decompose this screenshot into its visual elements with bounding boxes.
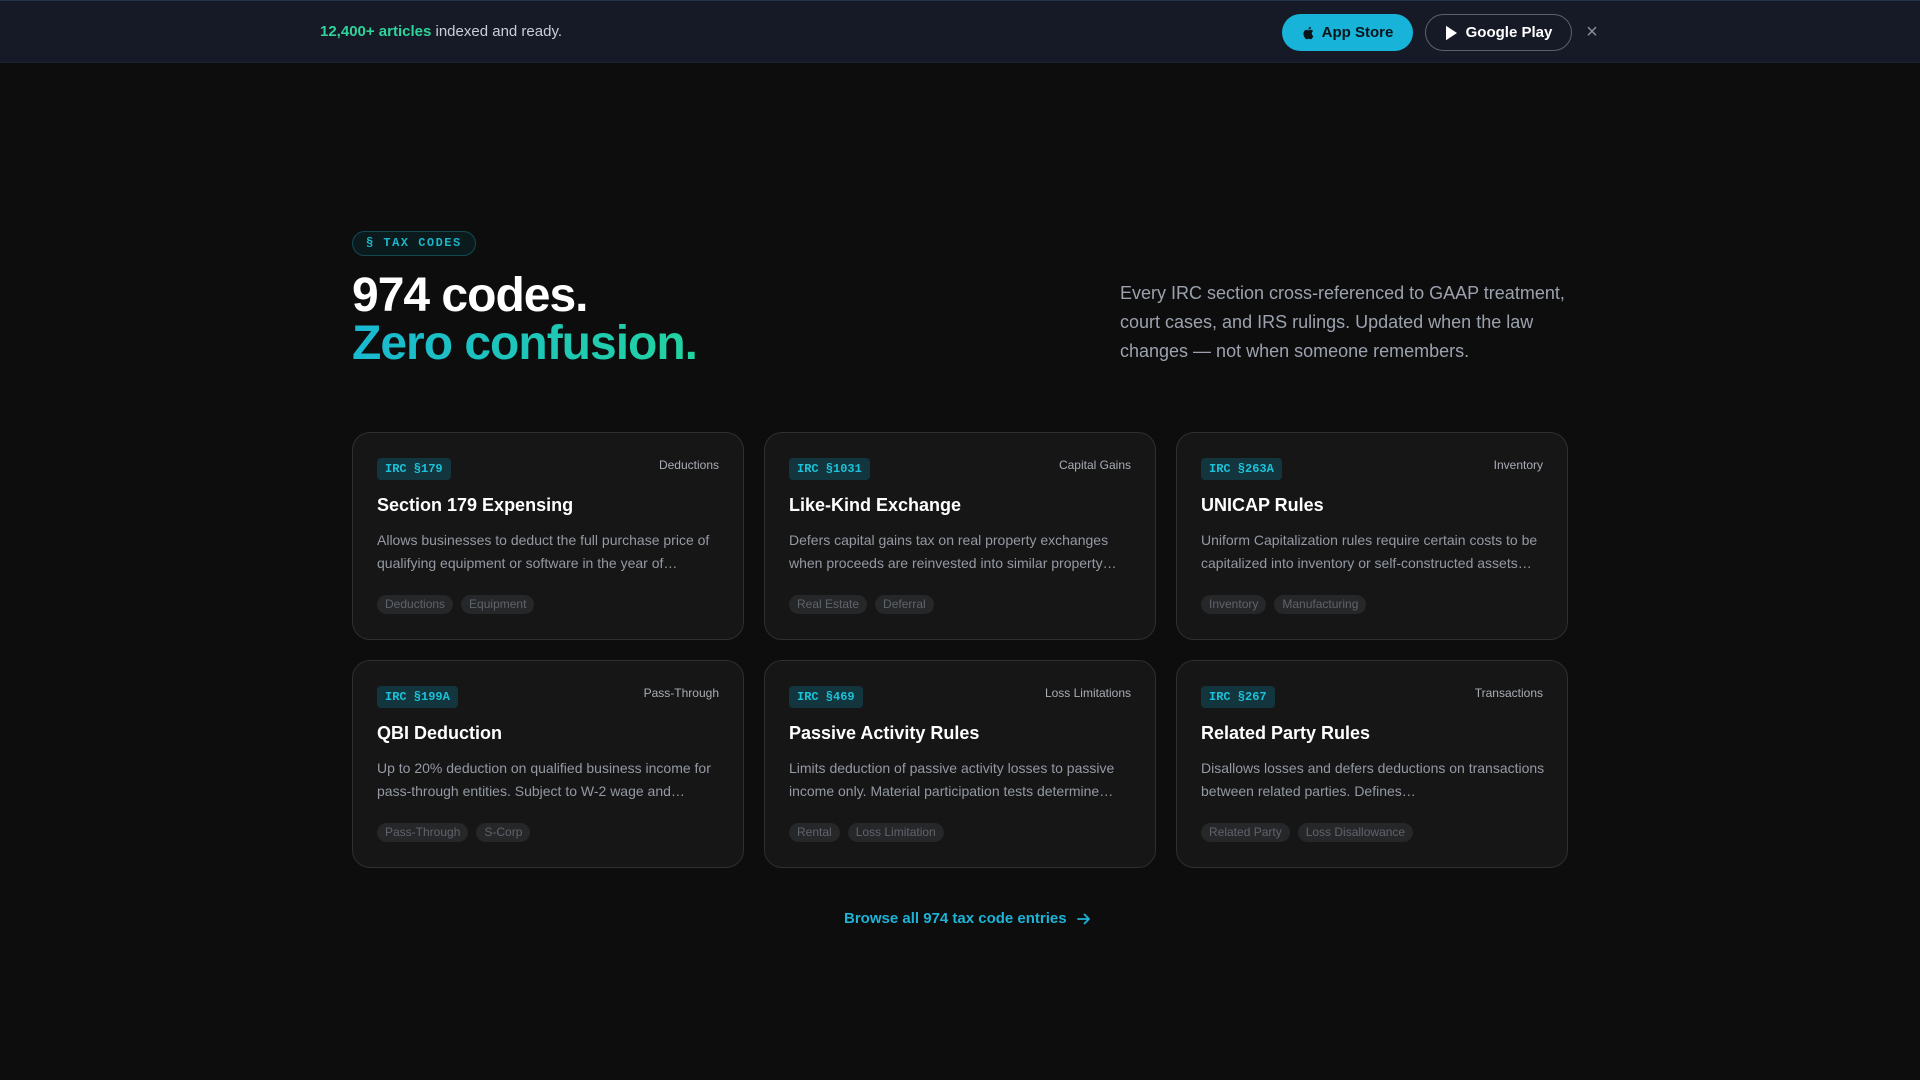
code-badge: IRC §179 xyxy=(377,458,451,480)
code-badge: IRC §1031 xyxy=(789,458,870,480)
tag: Manufacturing xyxy=(1274,595,1367,614)
card-tags: Rental Loss Limitation xyxy=(789,823,944,842)
app-store-label: App Store xyxy=(1321,24,1394,41)
card-title: UNICAP Rules xyxy=(1201,495,1324,515)
banner-highlight: 12,400+ articles xyxy=(320,23,432,40)
tag: Real Estate xyxy=(789,595,868,614)
card-description: Allows businesses to deduct the full pur… xyxy=(377,532,710,571)
card-description: Up to 20% deduction on qualified busines… xyxy=(377,760,711,799)
code-badge: IRC §263A xyxy=(1201,458,1282,480)
tag: Loss Disallowance xyxy=(1297,823,1414,842)
google-play-label: Google Play xyxy=(1465,24,1553,41)
card-tags: Inventory Manufacturing xyxy=(1201,595,1367,614)
hero-description: Every IRC section cross-referenced to GA… xyxy=(1120,283,1565,361)
tag: Rental xyxy=(789,823,840,842)
card-category: Pass-Through xyxy=(643,686,719,700)
code-badge: IRC §469 xyxy=(789,686,863,708)
card-description: Disallows losses and defers deductions o… xyxy=(1201,760,1545,799)
google-play-button[interactable]: Google Play xyxy=(1425,14,1572,51)
card-category: Deductions xyxy=(658,458,719,472)
section-badge: § TAX CODES xyxy=(352,231,476,256)
tag: Deductions xyxy=(377,595,454,614)
tax-code-card[interactable]: IRC §469 Loss Limitations Passive Activi… xyxy=(764,660,1156,868)
tag: Related Party xyxy=(1201,823,1290,842)
card-tags: Pass-Through S-Corp xyxy=(377,823,531,842)
announcement-banner: 12,400+ articles indexed and ready. App … xyxy=(0,0,1920,63)
card-title: Related Party Rules xyxy=(1201,723,1371,743)
code-badge: IRC §267 xyxy=(1201,686,1275,708)
tax-code-card[interactable]: IRC §179 Deductions Section 179 Expensin… xyxy=(352,432,744,640)
banner-text: indexed and ready. xyxy=(431,23,563,40)
app-store-button[interactable]: App Store xyxy=(1282,14,1413,51)
close-icon[interactable]: × xyxy=(1582,20,1602,44)
card-description: Limits deduction of passive activity los… xyxy=(789,760,1115,799)
card-title: Passive Activity Rules xyxy=(789,723,980,743)
arrow-right-icon xyxy=(1076,913,1090,924)
card-title: QBI Deduction xyxy=(377,723,502,743)
headline-accent: Zero confusion. xyxy=(352,317,698,370)
browse-all-label: Browse all 974 tax code entries xyxy=(844,910,1067,927)
browse-all-link[interactable]: Browse all 974 tax code entries xyxy=(844,910,1091,927)
tax-code-card[interactable]: IRC §199A Pass-Through QBI Deduction Up … xyxy=(352,660,744,868)
tax-code-card[interactable]: IRC §263A Inventory UNICAP Rules Uniform… xyxy=(1176,432,1568,640)
card-title: Section 179 Expensing xyxy=(377,495,574,515)
tag: S-Corp xyxy=(476,823,531,842)
card-tags: Related Party Loss Disallowance xyxy=(1201,823,1414,842)
tag: Inventory xyxy=(1201,595,1267,614)
card-category: Capital Gains xyxy=(1058,458,1131,472)
tag: Loss Limitation xyxy=(847,823,944,842)
card-description: Uniform Capitalization rules require cer… xyxy=(1201,532,1538,571)
tax-code-card[interactable]: IRC §1031 Capital Gains Like-Kind Exchan… xyxy=(764,432,1156,640)
card-category: Inventory xyxy=(1493,458,1543,472)
code-badge: IRC §199A xyxy=(377,686,458,708)
card-category: Transactions xyxy=(1474,686,1543,700)
tag: Pass-Through xyxy=(377,823,469,842)
card-title: Like-Kind Exchange xyxy=(789,495,962,515)
card-tags: Real Estate Deferral xyxy=(789,595,934,614)
apple-icon xyxy=(1303,26,1313,39)
tag: Equipment xyxy=(461,595,535,614)
tag: Deferral xyxy=(875,595,934,614)
banner-message: 12,400+ articles indexed and ready. xyxy=(320,23,562,40)
card-tags: Deductions Equipment xyxy=(377,595,535,614)
tax-code-card[interactable]: IRC §267 Transactions Related Party Rule… xyxy=(1176,660,1568,868)
card-description: Defers capital gains tax on real propert… xyxy=(789,532,1117,571)
card-category: Loss Limitations xyxy=(1044,686,1131,700)
play-icon xyxy=(1445,25,1457,40)
